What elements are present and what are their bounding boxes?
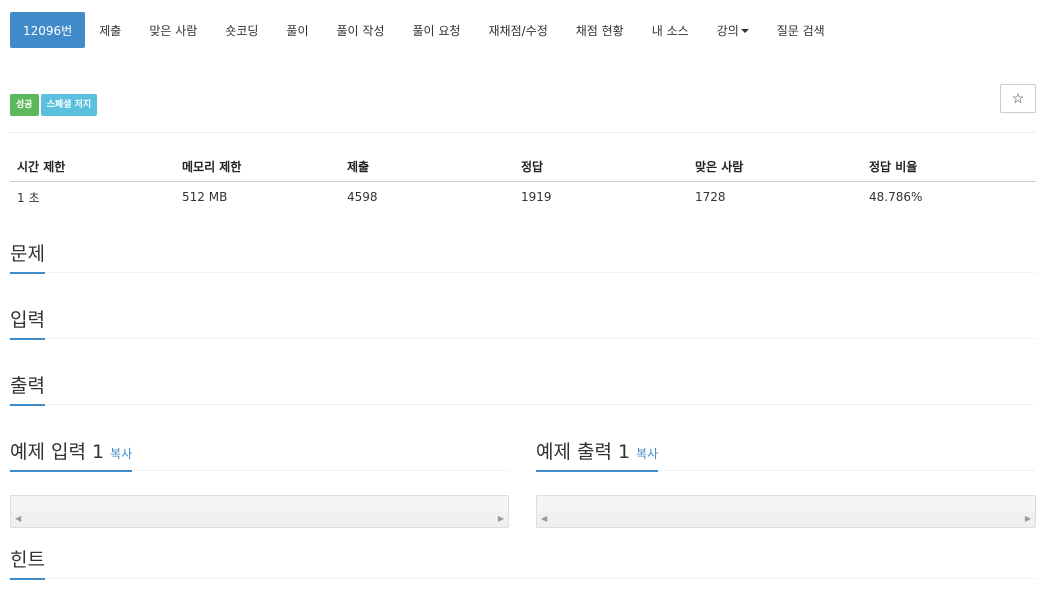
- scroll-left-icon[interactable]: ◀: [541, 514, 547, 523]
- nav-solved-users[interactable]: 맞은 사람: [135, 12, 211, 48]
- sample-input-head: 예제 입력 1 복사: [10, 441, 509, 472]
- nav-lectures-label: 강의: [716, 23, 739, 38]
- input-section: 입력: [10, 309, 1036, 340]
- nav-solutions[interactable]: 풀이: [272, 12, 322, 48]
- time-limit-header: 시간 제한: [10, 152, 175, 182]
- divider: [10, 132, 1036, 133]
- output-section-head: 출력: [10, 375, 1036, 406]
- memory-limit-value: 512 MB: [182, 190, 228, 205]
- special-judge-badge[interactable]: 스페셜 저지: [40, 94, 98, 116]
- accepted-value: 1919: [521, 190, 552, 205]
- sample-output-heading: 예제 출력 1 복사: [536, 437, 659, 472]
- hint-heading: 힌트: [10, 545, 45, 580]
- accept-ratio-value: 48.786%: [869, 190, 923, 205]
- accepted-header: 정답: [514, 152, 688, 182]
- output-heading: 출력: [10, 371, 45, 406]
- scroll-right-icon[interactable]: ▶: [498, 514, 504, 523]
- star-icon: ☆: [1011, 90, 1025, 106]
- table-row: 1 초 512 MB 4598 1919 1728 48.786%: [10, 181, 1036, 213]
- sample-output-section: 예제 출력 1 복사: [536, 441, 1035, 472]
- problem-badges: 성공 스페셜 저지: [10, 94, 98, 116]
- submissions-value: 4598: [347, 190, 378, 205]
- nav-judge-status[interactable]: 채점 현황: [562, 12, 638, 48]
- hint-section: 힌트: [10, 549, 1036, 580]
- problem-section-head: 문제: [10, 243, 1036, 274]
- table-header-row: 시간 제한 메모리 제한 제출 정답 맞은 사람 정답 비율: [10, 152, 1036, 182]
- nav-my-source[interactable]: 내 소스: [638, 12, 703, 48]
- sample-input-title: 예제 입력 1: [10, 441, 105, 463]
- copy-sample-output-button[interactable]: 복사: [636, 447, 658, 461]
- horizontal-scrollbar[interactable]: ◀ ▶: [11, 511, 508, 527]
- favorite-star-button[interactable]: ☆: [1000, 84, 1036, 113]
- sample-input-section: 예제 입력 1 복사: [10, 441, 509, 472]
- nav-question-search[interactable]: 질문 검색: [763, 12, 839, 48]
- nav-problem-number[interactable]: 12096번: [10, 12, 86, 48]
- horizontal-scrollbar[interactable]: ◀ ▶: [537, 511, 1035, 527]
- memory-limit-header: 메모리 제한: [175, 152, 340, 182]
- nav-request-solution[interactable]: 풀이 요청: [399, 12, 475, 48]
- input-heading: 입력: [10, 305, 45, 340]
- solved-users-header: 맞은 사람: [688, 152, 862, 182]
- input-section-head: 입력: [10, 309, 1036, 340]
- nav-submit[interactable]: 제출: [85, 12, 135, 48]
- problem-section: 문제: [10, 243, 1036, 274]
- accept-ratio-header: 정답 비율: [862, 152, 1036, 182]
- nav-write-solution[interactable]: 풀이 작성: [323, 12, 399, 48]
- caret-down-icon: [740, 28, 749, 33]
- copy-sample-input-button[interactable]: 복사: [110, 447, 132, 461]
- output-section: 출력: [10, 375, 1036, 406]
- problem-info-table: 시간 제한 메모리 제한 제출 정답 맞은 사람 정답 비율 1 초 512 M…: [10, 152, 1036, 213]
- sample-output-head: 예제 출력 1 복사: [536, 441, 1035, 472]
- sample-input-box[interactable]: ◀ ▶: [10, 495, 509, 528]
- submissions-header: 제출: [340, 152, 514, 182]
- nav-rejudge[interactable]: 재채점/수정: [474, 12, 561, 48]
- sample-input-heading: 예제 입력 1 복사: [10, 437, 133, 472]
- hint-section-head: 힌트: [10, 549, 1036, 580]
- solved-users-value: 1728: [695, 190, 726, 205]
- scroll-right-icon[interactable]: ▶: [1025, 514, 1031, 523]
- scroll-left-icon[interactable]: ◀: [15, 514, 21, 523]
- problem-menu: 12096번 제출 맞은 사람 숏코딩 풀이 풀이 작성 풀이 요청 재채점/수…: [10, 12, 839, 48]
- problem-heading: 문제: [10, 239, 45, 274]
- nav-short-coding[interactable]: 숏코딩: [211, 12, 272, 48]
- time-limit-value: 1 초: [17, 190, 40, 205]
- success-badge[interactable]: 성공: [10, 94, 39, 116]
- nav-lectures-dropdown[interactable]: 강의: [703, 12, 763, 48]
- sample-output-title: 예제 출력 1: [536, 441, 631, 463]
- sample-output-box[interactable]: ◀ ▶: [536, 495, 1036, 528]
